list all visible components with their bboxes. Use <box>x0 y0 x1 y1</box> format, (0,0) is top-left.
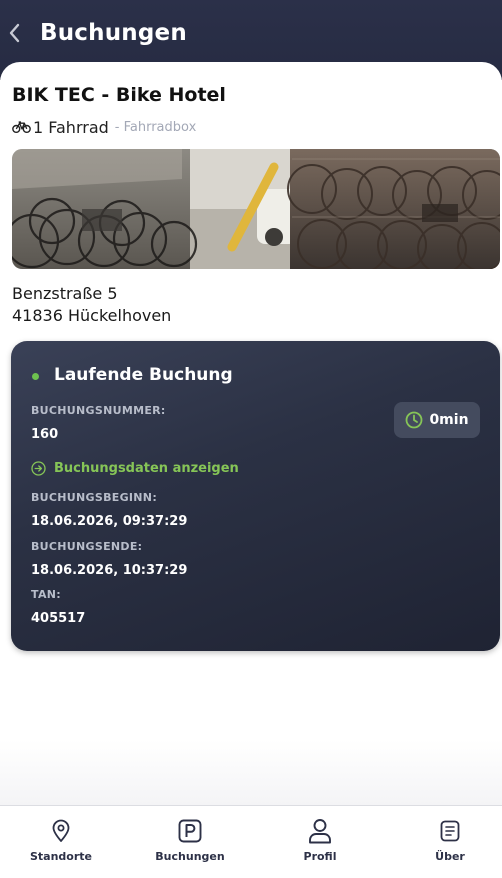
booking-end-label: BUCHUNGSENDE: <box>31 540 143 553</box>
show-booking-details-link[interactable]: Buchungsdaten anzeigen <box>31 458 239 478</box>
user-icon <box>309 819 331 844</box>
tan-label: TAN: <box>31 588 61 601</box>
tab-standorte[interactable]: Standorte <box>11 818 111 868</box>
back-button[interactable] <box>0 16 30 50</box>
info-document-icon <box>440 820 460 842</box>
elapsed-time-value: 0min <box>429 412 469 428</box>
tan-value: 405517 <box>31 611 86 626</box>
map-pin-icon <box>52 819 70 842</box>
app-screen: Buchungen BIK TEC - Bike Hotel 1 Fahrrad… <box>0 0 502 878</box>
bottom-fade <box>0 740 502 806</box>
arrow-circle-right-icon <box>31 460 46 476</box>
tab-label-ueber: Über <box>435 850 465 863</box>
tab-label-profil: Profil <box>303 850 337 863</box>
elapsed-time-badge: 0min <box>394 402 480 438</box>
bike-parking-image <box>12 149 500 269</box>
booking-end-value: 18.06.2026, 10:37:29 <box>31 563 188 578</box>
status-indicator <box>32 373 39 380</box>
booking-start-value: 18.06.2026, 09:37:29 <box>31 514 188 529</box>
tab-ueber[interactable]: Über <box>400 818 500 868</box>
active-booking-card: Laufende Buchung BUCHUNGSNUMMER: 160 0mi… <box>11 341 500 651</box>
page-title: Buchungen <box>40 20 187 46</box>
booking-number-value: 160 <box>31 427 59 442</box>
venue-name: BIK TEC - Bike Hotel <box>12 84 226 106</box>
booking-status-title: Laufende Buchung <box>54 365 233 385</box>
bottom-tab-bar: Standorte Buchungen Profil Über <box>0 805 502 878</box>
venue-type: - Fahrradbox <box>114 119 197 135</box>
venue-capacity: 1 Fahrrad <box>33 117 109 137</box>
address-street: Benzstraße 5 <box>12 284 118 303</box>
booking-start-label: BUCHUNGSBEGINN: <box>31 491 158 504</box>
bicycle-icon <box>12 121 31 134</box>
tab-label-standorte: Standorte <box>29 850 92 863</box>
tab-buchungen[interactable]: Buchungen <box>140 818 240 868</box>
tab-profil[interactable]: Profil <box>270 818 370 868</box>
chevron-left-icon <box>9 23 20 43</box>
booking-number-label: BUCHUNGSNUMMER: <box>31 404 166 417</box>
details-link-label: Buchungsdaten anzeigen <box>54 460 239 476</box>
address-city: 41836 Hückelhoven <box>12 306 172 325</box>
clock-icon <box>406 411 423 429</box>
venue-meta: 1 Fahrrad - Fahrradbox <box>12 116 196 138</box>
parking-icon <box>178 819 202 843</box>
tab-label-buchungen: Buchungen <box>155 850 225 863</box>
venue-photo <box>12 149 500 269</box>
